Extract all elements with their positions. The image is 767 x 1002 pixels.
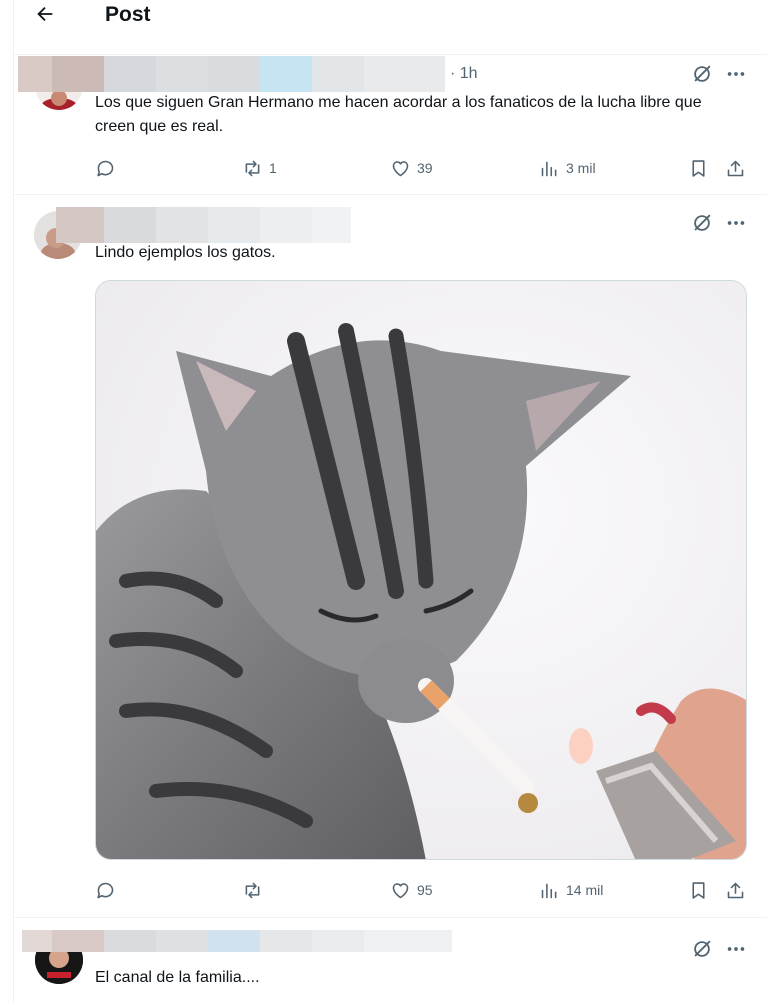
repost-button[interactable]: 1 <box>242 156 277 180</box>
like-count: 95 <box>417 882 433 898</box>
more-dots-icon[interactable] <box>725 63 747 85</box>
more-dots-icon[interactable] <box>725 938 747 960</box>
bookmark-icon <box>692 159 705 177</box>
views-count: 3 mil <box>566 160 596 176</box>
repost-count: 1 <box>269 160 277 176</box>
left-column-rule <box>13 0 14 1002</box>
repost-arrows-icon <box>245 160 260 176</box>
redacted-username <box>56 207 351 243</box>
page-title: Post <box>105 3 151 26</box>
views-count: 14 mil <box>566 882 604 898</box>
post-text: Los que siguen Gran Hermano me hacen aco… <box>95 94 702 135</box>
views-button[interactable]: 14 mil <box>539 878 603 902</box>
repost-arrows-icon <box>245 882 260 898</box>
post-text: Lindo ejemplos los gatos. <box>95 244 276 261</box>
grok-slash-icon[interactable] <box>691 938 713 960</box>
speech-bubble-icon <box>97 160 114 176</box>
arrow-left-icon[interactable] <box>34 3 56 25</box>
bar-chart-icon <box>541 883 557 898</box>
divider <box>13 54 767 55</box>
share-upload-icon <box>727 882 744 898</box>
bar-chart-icon <box>541 161 557 176</box>
like-count: 39 <box>417 160 433 176</box>
bookmark-button[interactable] <box>688 156 709 180</box>
divider <box>13 917 767 918</box>
post-header: Post <box>0 0 767 34</box>
post-text: El canal de la familia.... <box>95 969 260 986</box>
bookmark-icon <box>692 881 705 899</box>
kitten-with-cigarette-image <box>96 281 746 859</box>
divider <box>13 194 767 195</box>
more-dots-icon[interactable] <box>725 212 747 234</box>
share-upload-icon <box>727 160 744 176</box>
grok-slash-icon[interactable] <box>691 63 713 85</box>
views-button[interactable]: 3 mil <box>539 156 596 180</box>
heart-icon <box>392 160 409 176</box>
speech-bubble-icon <box>97 882 114 898</box>
like-button[interactable]: 39 <box>390 156 433 180</box>
repost-button[interactable] <box>242 878 263 902</box>
reply-button[interactable] <box>95 878 116 902</box>
share-button[interactable] <box>725 878 746 902</box>
like-button[interactable]: 95 <box>390 878 433 902</box>
post-time[interactable]: · 1h <box>450 65 478 83</box>
heart-icon <box>392 882 409 898</box>
share-button[interactable] <box>725 156 746 180</box>
redacted-username <box>18 56 445 92</box>
bookmark-button[interactable] <box>688 878 709 902</box>
reply-button[interactable] <box>95 156 116 180</box>
post-media-image[interactable] <box>95 280 747 860</box>
grok-slash-icon[interactable] <box>691 212 713 234</box>
redacted-username <box>22 930 452 952</box>
